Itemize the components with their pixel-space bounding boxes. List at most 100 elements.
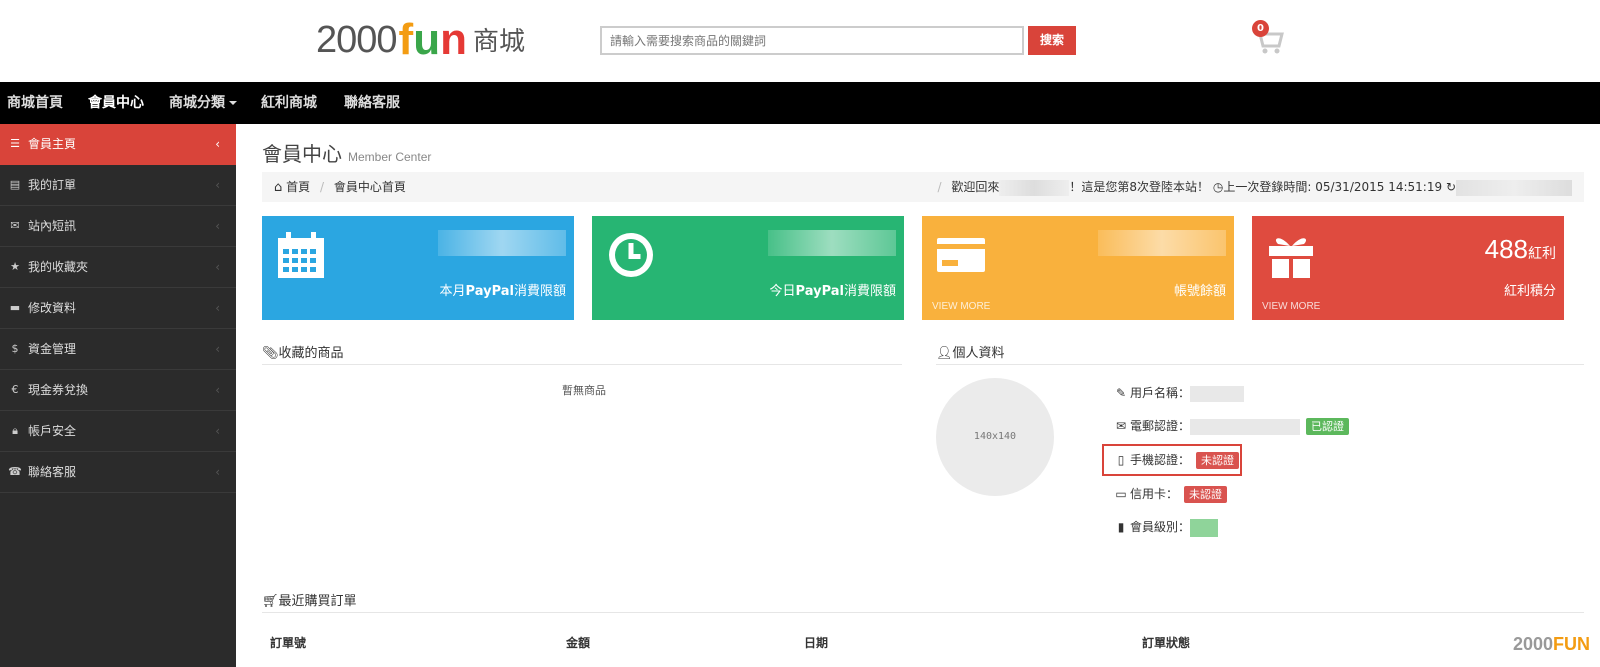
breadcrumb-home[interactable]: 首頁 — [286, 180, 310, 194]
orders-heading: 🛒︎最近購買訂單 — [262, 590, 357, 609]
sidebar-item-funds[interactable]: $ 資金管理 ‹ — [0, 329, 236, 370]
user-icon: 👤︎ — [936, 346, 953, 361]
email-row: ✉ 電郵認證： 已認證 — [1114, 416, 1350, 436]
nav-item-categories[interactable]: 商城分類 — [169, 82, 237, 124]
level-label: 會員級別： — [1130, 520, 1191, 534]
highlight-box — [1102, 444, 1242, 476]
sidebar: ☰ 會員主頁 ‹ ▤ 我的訂單 ‹ ✉ 站內短訊 ‹ ★ 我的收藏夾 ‹ ▬ 修… — [0, 124, 236, 667]
pencil-icon: ✎ — [1115, 386, 1127, 400]
order-icon: ▤ — [9, 178, 21, 191]
username-label: 用戶名稱： — [1130, 386, 1191, 400]
column-header-amount: 金額 — [566, 636, 591, 650]
nav-item-member-center[interactable]: 會員中心 — [88, 82, 144, 124]
search-input[interactable] — [600, 26, 1024, 55]
watermark-fun: FUN — [1553, 634, 1590, 654]
tile-label: 紅利積分 — [1503, 284, 1556, 299]
tile-label-post: 消費限額 — [513, 284, 566, 299]
sidebar-item-label: 資金管理 — [28, 342, 77, 356]
tile-monthly-paypal-limit[interactable]: 本月PayPal消費限額 — [262, 216, 574, 320]
bonus-unit: 紅利 — [1528, 245, 1556, 261]
redacted-value — [438, 230, 566, 256]
home-icon: ⌂ — [274, 180, 283, 195]
site-logo[interactable]: 2000 fun 商城 — [316, 14, 525, 62]
nav-item-contact[interactable]: 聯絡客服 — [344, 82, 400, 124]
credit-card-icon — [937, 238, 985, 272]
bonus-number: 488 — [1484, 234, 1528, 264]
column-header-order-no: 訂單號 — [270, 636, 307, 650]
username-row: ✎ 用戶名稱： — [1114, 383, 1245, 403]
sidebar-item-label: 帳戶安全 — [28, 424, 77, 438]
sidebar-item-label: 聯絡客服 — [28, 465, 77, 479]
main-nav: 商城首頁 會員中心 商城分類 紅利商城 聯絡客服 — [0, 82, 1600, 124]
divider — [262, 612, 1584, 613]
clock-icon: ◷ — [1212, 180, 1224, 194]
status-badge[interactable]: 未認證 — [1184, 486, 1228, 503]
avatar[interactable]: 140x140 — [936, 378, 1054, 496]
search-button[interactable]: 搜索 — [1028, 26, 1076, 55]
chevron-left-icon: ‹ — [215, 342, 220, 356]
tile-label-post: 消費限額 — [843, 284, 896, 299]
envelope-icon: ✉ — [1115, 419, 1127, 433]
nav-item-bonus-mall[interactable]: 紅利商城 — [261, 82, 317, 124]
paperclip-icon: 📎︎ — [262, 346, 279, 361]
cart-button[interactable]: 0 — [1250, 20, 1284, 56]
welcome-suffix: ！這是您第8次登陸本站！ — [1069, 180, 1210, 194]
tile-account-balance[interactable]: 帳號餘額 VIEW MORE — [922, 216, 1234, 320]
nav-item-home[interactable]: 商城首頁 — [7, 82, 63, 124]
page-subtitle: Member Center — [348, 150, 432, 164]
envelope-icon: ✉ — [10, 219, 20, 232]
list-icon: ☰ — [10, 137, 20, 150]
sidebar-item-favorites[interactable]: ★ 我的收藏夾 ‹ — [0, 247, 236, 288]
sidebar-item-label: 站內短訊 — [28, 219, 77, 233]
sidebar-item-label: 我的訂單 — [28, 178, 77, 192]
sidebar-item-label: 會員主頁 — [28, 137, 77, 151]
bonus-value: 488紅利 — [1485, 234, 1556, 265]
calendar-icon — [278, 232, 324, 278]
profile-heading: 👤︎個人資料 — [936, 342, 1005, 361]
chevron-left-icon: ‹ — [215, 219, 220, 233]
sidebar-item-support[interactable]: ☎ 聯絡客服 ‹ — [0, 452, 236, 493]
sidebar-item-label: 我的收藏夾 — [28, 260, 89, 274]
tile-label-pre: 今日 — [769, 284, 796, 299]
redacted-ip — [1456, 179, 1572, 196]
status-badge: 已認證 — [1306, 418, 1350, 435]
view-more-link[interactable]: VIEW MORE — [1262, 301, 1320, 312]
sidebar-item-coupon[interactable]: € 現金券兌換 ‹ — [0, 370, 236, 411]
favorites-title: 收藏的商品 — [278, 346, 344, 361]
gift-icon — [1269, 238, 1313, 278]
logo-fun: fun — [399, 18, 467, 62]
watermark-logo: 2000FUN — [1513, 634, 1590, 655]
refresh-icon: ↻ — [1445, 180, 1456, 194]
logo-fun-n: n — [440, 15, 467, 64]
divider — [262, 364, 902, 365]
card-label: 信用卡： — [1130, 487, 1179, 501]
redacted-value — [768, 230, 896, 256]
column-header-status: 訂單狀態 — [1142, 636, 1191, 650]
favorites-heading: 📎︎收藏的商品 — [262, 342, 344, 361]
last-login-time: 上一次登錄時間: 05/31/2015 14:51:19 — [1223, 180, 1443, 194]
tile-bonus-points[interactable]: 488紅利 紅利積分 VIEW MORE — [1252, 216, 1564, 320]
euro-icon: € — [11, 383, 19, 396]
breadcrumb-current: 會員中心首頁 — [333, 180, 406, 194]
tile-daily-paypal-limit[interactable]: 今日PayPal消費限額 — [592, 216, 904, 320]
credit-card-icon: ▭ — [1115, 487, 1127, 501]
favorites-empty-text: 暫無商品 — [562, 384, 606, 397]
top-header: 2000 fun 商城 搜索 0 — [0, 0, 1600, 82]
redacted-email — [1190, 418, 1301, 435]
column-header-date: 日期 — [804, 636, 829, 650]
chevron-left-icon: ‹ — [215, 137, 220, 151]
folder-icon: ▬ — [9, 301, 21, 314]
sidebar-item-label: 現金券兌換 — [28, 383, 89, 397]
sidebar-item-member-home[interactable]: ☰ 會員主頁 ‹ — [0, 124, 236, 165]
sidebar-item-edit-profile[interactable]: ▬ 修改資料 ‹ — [0, 288, 236, 329]
welcome-message: / 歡迎回來 ！這是您第8次登陸本站！ ◷上一次登錄時間: 05/31/2015 … — [932, 172, 1572, 202]
logo-fun-u: u — [413, 15, 441, 64]
chevron-left-icon: ‹ — [215, 383, 220, 397]
view-more-link[interactable]: VIEW MORE — [932, 301, 990, 312]
profile-title: 個人資料 — [952, 346, 1005, 361]
breadcrumb-separator: / — [937, 180, 942, 194]
sidebar-item-orders[interactable]: ▤ 我的訂單 ‹ — [0, 165, 236, 206]
sidebar-item-security[interactable]: 🔒︎ 帳戶安全 ‹ — [0, 411, 236, 452]
sidebar-item-messages[interactable]: ✉ 站內短訊 ‹ — [0, 206, 236, 247]
phone-icon: ☎ — [8, 465, 22, 478]
